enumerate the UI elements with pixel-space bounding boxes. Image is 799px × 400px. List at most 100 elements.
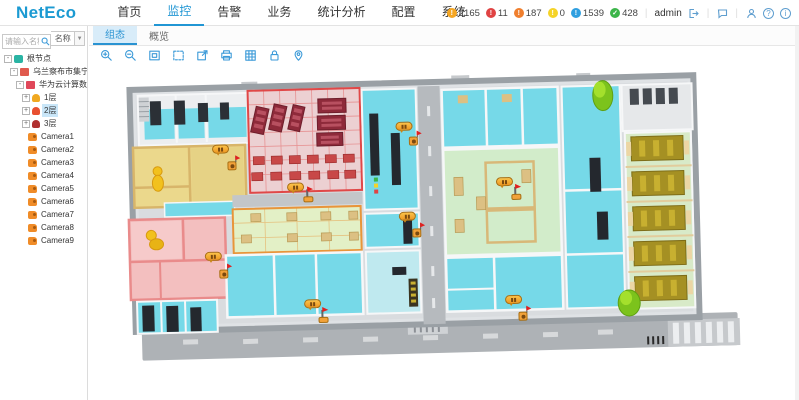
critical-alarms-icon: !: [486, 8, 496, 18]
top-bar: NetEco 首页监控告警业务统计分析配置系统 !2165!11!187!0!1…: [0, 0, 799, 26]
tree-node-camera-1[interactable]: Camera1: [0, 130, 87, 143]
camera-marker[interactable]: [219, 269, 228, 278]
nav-item-home[interactable]: 首页: [104, 0, 154, 25]
room-orange-zone[interactable]: [233, 206, 362, 253]
camera-badge[interactable]: [496, 177, 513, 186]
expander-icon[interactable]: -: [4, 55, 12, 63]
tree-node-root-node[interactable]: -根节点: [0, 52, 87, 65]
feedback-icon[interactable]: [716, 7, 728, 19]
export-icon[interactable]: [195, 48, 209, 62]
nav-item-monitoring[interactable]: 监控: [154, 0, 204, 26]
camera-badge[interactable]: [304, 299, 321, 308]
nav-item-alarm[interactable]: 告警: [204, 0, 254, 25]
logout-icon[interactable]: [688, 7, 700, 19]
filter-dropdown-arrow[interactable]: ▼: [75, 31, 85, 46]
acknowledged-alarms-badge[interactable]: ✓428: [610, 8, 638, 19]
camera-marker[interactable]: [518, 312, 527, 321]
nav-menu: 首页监控告警业务统计分析配置系统: [104, 0, 478, 26]
camera-badge[interactable]: [505, 295, 522, 304]
tree-node-camera-9[interactable]: Camera9: [0, 234, 87, 247]
expander-icon[interactable]: -: [10, 68, 18, 76]
main-content: 组态概览: [89, 26, 799, 400]
room-bottomleft-racks[interactable]: [137, 300, 218, 334]
search-filter-select[interactable]: 名称: [51, 31, 75, 46]
tree-node-camera-2[interactable]: Camera2: [0, 143, 87, 156]
tree-node-site-node[interactable]: - 乌兰察布市集宁区云计算: [0, 65, 87, 78]
warning-alarms-count: 1539: [583, 8, 604, 19]
camera-icon: [28, 237, 37, 245]
tree-node-label: Camera5: [39, 183, 76, 194]
expander-icon[interactable]: +: [22, 107, 30, 115]
expander-icon[interactable]: -: [16, 81, 24, 89]
camera-icon: [28, 133, 37, 141]
tab-scada-view[interactable]: 组态: [93, 23, 137, 45]
critical-alarms-badge[interactable]: !11: [486, 8, 508, 19]
room-far-wing[interactable]: [562, 85, 626, 308]
tree-node-camera-3[interactable]: Camera3: [0, 156, 87, 169]
room-right-bottom[interactable]: [446, 255, 563, 312]
tree-node-floor-3[interactable]: +3层: [0, 117, 87, 130]
camera-marker[interactable]: [514, 187, 516, 197]
device-tree-panel: 名称 ▼ -根节点-乌兰察布市集宁区云计算-华为云计算数据中心+1层+2层+3层…: [0, 26, 88, 400]
room-cyan-halls[interactable]: [226, 252, 364, 318]
print-icon[interactable]: [219, 48, 233, 62]
tree-node-dc-node[interactable]: -华为云计算数据中心: [0, 78, 87, 91]
tab-overview[interactable]: 概览: [137, 25, 181, 45]
nav-item-business[interactable]: 业务: [254, 0, 304, 25]
room-right-top[interactable]: [442, 87, 559, 148]
total-alarms-badge[interactable]: !2165: [447, 8, 480, 19]
search-icon[interactable]: [41, 33, 50, 51]
tree-node-floor-1[interactable]: +1层: [0, 91, 87, 104]
camera-marker[interactable]: [409, 136, 418, 145]
room-yellow-offices[interactable]: [133, 145, 247, 208]
select-area-icon[interactable]: [171, 48, 185, 62]
camera-marker[interactable]: [412, 228, 421, 237]
warning-alarms-badge[interactable]: !1539: [571, 8, 604, 19]
nav-item-configuration[interactable]: 配置: [378, 0, 428, 25]
room-right-green[interactable]: [443, 147, 562, 256]
tree-node-camera-7[interactable]: Camera7: [0, 208, 87, 221]
zoom-in-icon[interactable]: [99, 48, 113, 62]
lock-icon[interactable]: [267, 48, 281, 62]
camera-marker[interactable]: [227, 161, 236, 170]
minor-alarms-count: 0: [560, 8, 565, 19]
neteco-logo: NetEco: [16, 3, 76, 23]
help-icon[interactable]: ?: [763, 8, 774, 19]
camera-marker[interactable]: [321, 310, 323, 320]
user-icon[interactable]: [745, 7, 757, 19]
floorplan-3d-view[interactable]: [121, 68, 748, 374]
camera-badge[interactable]: [399, 212, 416, 221]
camera-badge[interactable]: [212, 144, 229, 153]
room-generator-hall[interactable]: [622, 83, 698, 309]
room-red-alarm-zone[interactable]: [248, 88, 363, 193]
fit-view-icon[interactable]: [147, 48, 161, 62]
tree-node-label: 乌兰察布市集宁区云计算: [31, 65, 87, 78]
camera-badge[interactable]: [395, 122, 412, 131]
room-cyan-strip[interactable]: [164, 201, 234, 217]
tree-node-label: Camera7: [39, 209, 76, 220]
map-region: [89, 64, 791, 400]
camera-icon: [28, 211, 37, 219]
room-topleft-utility[interactable]: [138, 93, 249, 146]
camera-marker[interactable]: [306, 189, 308, 199]
tree-node-camera-4[interactable]: Camera4: [0, 169, 87, 182]
nav-item-statistics[interactable]: 统计分析: [304, 0, 378, 25]
tree-node-camera-8[interactable]: Camera8: [0, 221, 87, 234]
camera-badge[interactable]: [205, 252, 222, 261]
major-alarms-badge[interactable]: !187: [514, 8, 542, 19]
grid-icon[interactable]: [243, 48, 257, 62]
tree-node-floor-2[interactable]: +2层: [0, 104, 87, 117]
expander-icon[interactable]: +: [22, 120, 30, 128]
expander-icon[interactable]: +: [22, 94, 30, 102]
person-figure: [152, 167, 164, 192]
room-mid-racks[interactable]: [362, 88, 422, 313]
tree-node-camera-5[interactable]: Camera5: [0, 182, 87, 195]
locate-icon[interactable]: [291, 48, 305, 62]
floor1-icon: [32, 94, 40, 102]
camera-badge[interactable]: [287, 182, 304, 191]
minor-alarms-badge[interactable]: !0: [548, 8, 565, 19]
camera-icon: [28, 224, 37, 232]
tree-node-camera-6[interactable]: Camera6: [0, 195, 87, 208]
info-icon[interactable]: i: [780, 8, 791, 19]
zoom-out-icon[interactable]: [123, 48, 137, 62]
